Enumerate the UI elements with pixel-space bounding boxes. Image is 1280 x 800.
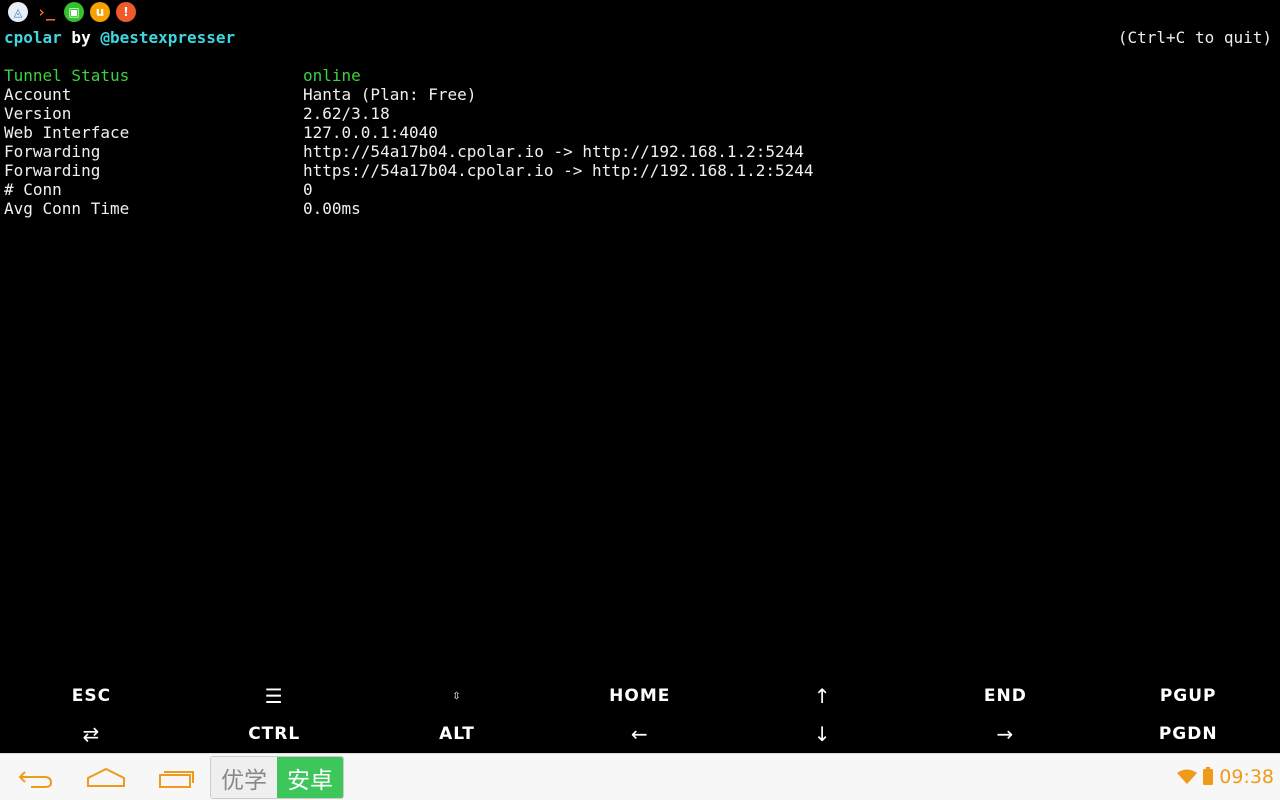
quit-hint: (Ctrl+C to quit)	[1117, 28, 1272, 47]
battery-icon	[1203, 767, 1214, 785]
row-value: 127.0.0.1:4040	[303, 123, 438, 142]
end-key[interactable]: END	[914, 677, 1097, 715]
author-handle: @bestexpresser	[100, 28, 236, 47]
row-value: 0	[303, 180, 313, 199]
recent-apps-button[interactable]	[154, 763, 198, 793]
row-key: Forwarding	[4, 161, 101, 180]
arrow-right-key[interactable]: →	[914, 715, 1097, 753]
arrow-left-key[interactable]: ←	[548, 715, 731, 753]
row-value: 2.62/3.18	[303, 104, 390, 123]
terminal-view[interactable]: cpolar by @bestexpresser (Ctrl+C to quit…	[0, 26, 1280, 676]
clock: 09:38	[1219, 766, 1274, 788]
pgup-key[interactable]: PGUP	[1097, 677, 1280, 715]
tab-key[interactable]: ⇄	[0, 715, 183, 753]
status-row-version: Version 2.62/3.18	[4, 104, 390, 123]
brand-name: cpolar	[4, 28, 62, 47]
status-row-tunnel-status: Tunnel Status online	[4, 66, 361, 85]
screenshot-icon[interactable]: ▣	[64, 2, 84, 22]
ime-option-youxue[interactable]: 优学	[211, 757, 277, 798]
esc-key[interactable]: ESC	[0, 677, 183, 715]
home-key[interactable]: HOME	[548, 677, 731, 715]
row-key: Tunnel Status	[4, 66, 130, 85]
row-value: Hanta (Plan: Free)	[303, 85, 477, 104]
home-button[interactable]	[84, 763, 128, 793]
status-row-web-interface: Web Interface 127.0.0.1:4040	[4, 123, 438, 142]
notification-icons: ◬ ›_ ▣ u !	[8, 2, 136, 22]
status-row-account: Account Hanta (Plan: Free)	[4, 85, 476, 104]
arrow-up-key[interactable]: ↑	[731, 677, 914, 715]
row-value: https://54a17b04.cpolar.io -> http://192…	[303, 161, 814, 180]
warning-icon[interactable]: !	[116, 2, 136, 22]
extra-keys-bar: ESC ☰ ⇳ HOME ↑ END PGUP ⇄ CTRL ALT ← ↓ →…	[0, 677, 1280, 753]
ctrl-key[interactable]: CTRL	[183, 715, 366, 753]
terminal-header: cpolar by @bestexpresser	[4, 28, 1276, 47]
row-value: http://54a17b04.cpolar.io -> http://192.…	[303, 142, 804, 161]
row-key: # Conn	[4, 180, 62, 199]
arrow-down-key[interactable]: ↓	[731, 715, 914, 753]
terminal-icon[interactable]: ›_	[34, 2, 58, 22]
status-row-conn-count: # Conn 0	[4, 180, 313, 199]
back-icon	[18, 771, 53, 788]
by-text: by	[61, 28, 101, 47]
row-key: Account	[4, 85, 72, 104]
android-navigation-bar: 优学 安卓 09:38	[0, 753, 1280, 800]
status-row-forwarding-http: Forwarding http://54a17b04.cpolar.io -> …	[4, 142, 804, 161]
status-row-forwarding-https: Forwarding https://54a17b04.cpolar.io ->…	[4, 161, 814, 180]
alt-key[interactable]: ALT	[366, 715, 549, 753]
home-icon	[87, 767, 125, 787]
row-key: Avg Conn Time	[4, 199, 130, 218]
menu-key[interactable]: ☰	[183, 677, 366, 715]
system-tray: 09:38	[1177, 762, 1274, 792]
recent-apps-icon	[159, 771, 194, 788]
row-key: Forwarding	[4, 142, 101, 161]
row-value: 0.00ms	[303, 199, 361, 218]
row-key: Web Interface	[4, 123, 130, 142]
input-method-switcher[interactable]: 优学 安卓	[210, 756, 344, 799]
wifi-icon	[1177, 769, 1198, 784]
pgdn-key[interactable]: PGDN	[1097, 715, 1280, 753]
back-button[interactable]	[14, 763, 58, 793]
status-row-avg-conn-time: Avg Conn Time 0.00ms	[4, 199, 361, 218]
u-app-icon[interactable]: u	[90, 2, 110, 22]
row-value: online	[303, 66, 361, 85]
app-triangle-icon[interactable]: ◬	[8, 2, 28, 22]
fn-key[interactable]: ⇳	[366, 677, 549, 715]
android-screen: ◬ ›_ ▣ u ! cpolar by @bestexpresser (Ctr…	[0, 0, 1280, 800]
ime-option-anzhuo[interactable]: 安卓	[277, 757, 343, 798]
row-key: Version	[4, 104, 72, 123]
